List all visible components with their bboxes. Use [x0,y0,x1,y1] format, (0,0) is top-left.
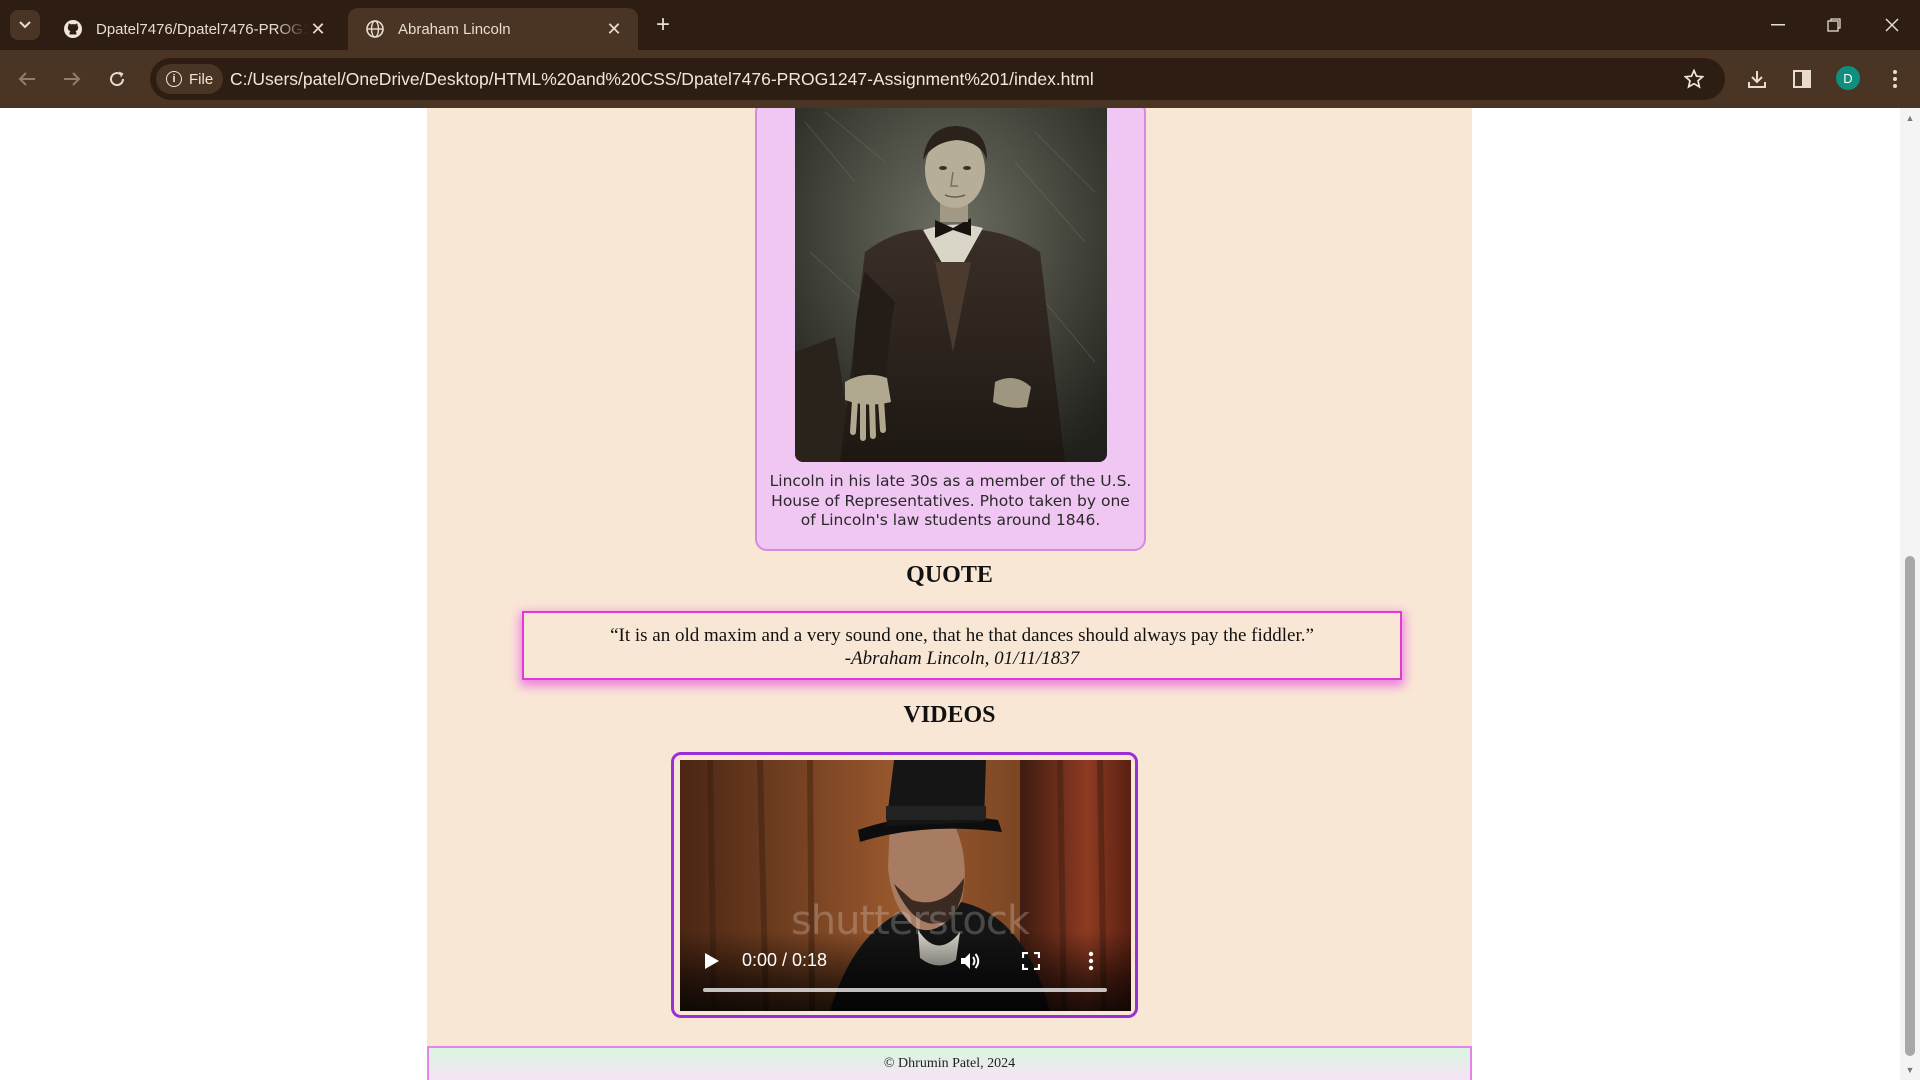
restore-window-icon[interactable] [1806,0,1862,50]
reload-icon[interactable] [102,64,132,94]
quote-attribution: -Abraham Lincoln, 01/11/1837 [844,648,1080,669]
video-more-options-icon[interactable] [1078,948,1104,974]
quote-box: “It is an old maxim and a very sound one… [522,611,1402,680]
close-window-icon[interactable] [1864,0,1920,50]
github-icon [62,18,84,40]
tab-search-chevron-icon[interactable] [10,10,40,40]
vertical-scrollbar[interactable]: ▲ ▼ [1900,108,1920,1080]
tab-abraham-lincoln[interactable]: Abraham Lincoln ✕ [348,8,638,50]
volume-icon[interactable] [958,948,984,974]
quote-heading: QUOTE [906,562,993,588]
info-icon: i [166,71,182,87]
back-arrow-icon[interactable] [12,64,42,94]
video-time: 0:00 / 0:18 [742,950,828,970]
video-frame: shutterstock 0:00 / 0:18 [671,752,1138,1018]
scroll-down-arrow-icon[interactable]: ▼ [1904,1064,1916,1076]
scroll-up-arrow-icon[interactable]: ▲ [1904,112,1916,124]
fullscreen-icon[interactable] [1018,948,1044,974]
close-tab-icon[interactable]: ✕ [308,19,328,39]
main-content: Lincoln in his late 30s as a member of t… [427,108,1472,1080]
new-tab-plus-icon[interactable]: + [650,11,676,38]
play-icon[interactable] [702,949,722,973]
tab-title: Abraham Lincoln [398,20,511,38]
tab-github[interactable]: Dpatel7476/Dpatel7476-PROG1247-Assignmen… [46,8,342,50]
page-viewport: Lincoln in his late 30s as a member of t… [0,108,1900,1080]
site-info-chip[interactable]: i File [156,64,224,94]
tab-title: Dpatel7476/Dpatel7476-PROG1247-Assignmen… [96,20,308,38]
download-icon[interactable] [1742,64,1772,94]
url-text[interactable]: C:/Users/patel/OneDrive/Desktop/HTML%20a… [230,58,1094,100]
browser-tab-bar: Dpatel7476/Dpatel7476-PROG1247-Assignmen… [0,0,1920,50]
portrait-figure: Lincoln in his late 30s as a member of t… [755,108,1146,551]
bookmark-star-icon[interactable] [1681,66,1707,92]
video-progress-bar[interactable] [703,988,1107,992]
globe-icon [364,18,386,40]
scrollbar-thumb[interactable] [1905,556,1915,1056]
copyright-text: © Dhrumin Patel, 2024 [883,1056,1016,1071]
minimize-window-icon[interactable] [1750,0,1806,50]
forward-arrow-icon[interactable] [57,64,87,94]
close-tab-icon[interactable]: ✕ [604,19,624,39]
quote-text: “It is an old maxim and a very sound one… [610,625,1314,646]
video-controls: 0:00 / 0:18 [680,931,1131,1011]
portrait-caption: Lincoln in his late 30s as a member of t… [769,472,1132,529]
address-bar[interactable]: i File C:/Users/patel/OneDrive/Desktop/H… [150,58,1725,100]
browser-menu-icon[interactable] [1880,64,1910,94]
video-player[interactable]: shutterstock 0:00 / 0:18 [680,760,1131,1011]
profile-avatar[interactable]: D [1836,66,1860,90]
side-panel-icon[interactable] [1787,64,1817,94]
videos-heading: VIDEOS [903,702,996,728]
footer: © Dhrumin Patel, 2024 [427,1046,1472,1080]
lincoln-portrait-image [795,108,1107,462]
site-chip-label: File [189,70,214,88]
browser-toolbar: i File C:/Users/patel/OneDrive/Desktop/H… [0,50,1920,108]
